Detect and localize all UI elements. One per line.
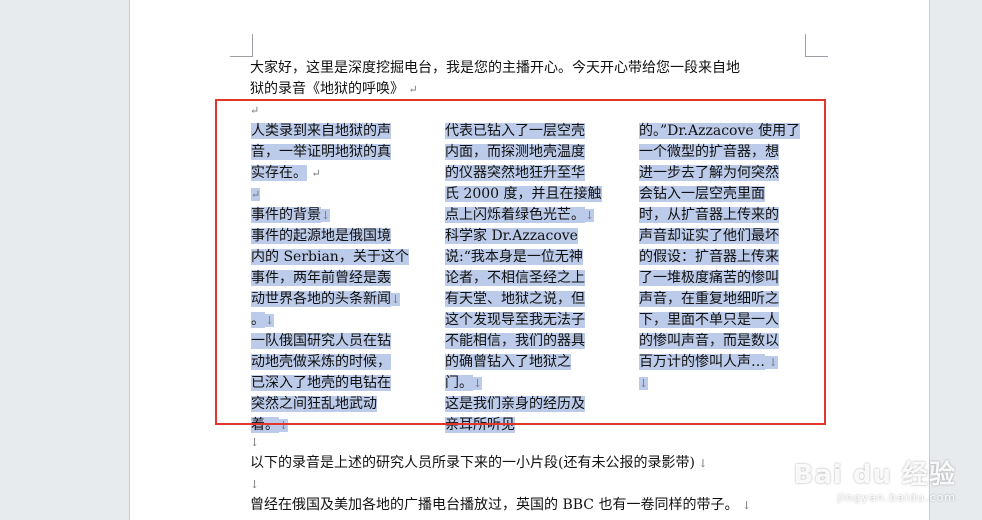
column-line: 的惨叫声音，而是数以 [639, 333, 779, 349]
column-line: 突然之间狂乱地武动 [251, 396, 377, 412]
column-line: 的仪器突然地狂升至华 [445, 165, 585, 181]
column-line: 进一步去了解为何突然 [639, 165, 779, 181]
column-line: 了一堆极度痛苦的惨叫 [639, 270, 779, 286]
margin-corner-top-right [805, 34, 828, 57]
paragraph-mark: ↓ [391, 293, 401, 306]
column-line: 声音却证实了他们最坏 [639, 228, 779, 244]
intro-line-1: 大家好，这里是深度挖掘电台，我是您的主播开心。今天开心带给您一段来自地 [250, 60, 740, 76]
paragraph-mark: ↓ [765, 356, 778, 369]
after-line-1: 以下的录音是上述的研究人员所录下来的一小片段(还有未公报的录影带) ↓ [250, 455, 708, 471]
column-line: 一队俄国研究人员在钻 [251, 333, 391, 349]
column-line: 。 [251, 312, 265, 328]
paragraph-mark: ↓ [639, 377, 649, 390]
paragraph-mark: ↓ [250, 478, 260, 491]
column-line: 会钻入一层空壳里面 [639, 186, 765, 202]
paragraph-mark: ↓ [321, 209, 331, 222]
column-line: 已深入了地壳的电钻在 [251, 375, 391, 391]
column-line: 的假设：扩音器上传来 [639, 249, 779, 265]
document-page[interactable]: 大家好，这里是深度挖掘电台，我是您的主播开心。今天开心带给您一段来自地 狱的录音… [130, 0, 929, 520]
column-line: 有天堂、地狱之说，但 [445, 291, 585, 307]
column-line: 点上闪烁着绿色光芒。 [445, 207, 585, 223]
column-line: 论者，不相信圣经之上 [445, 270, 585, 286]
column-line: 动世界各地的头条新闻 [251, 291, 391, 307]
column-line: 的确曾钻入了地狱之 [445, 354, 571, 370]
column-line: 人类录到来自地狱的声 [251, 123, 391, 139]
paragraph-mark: ↵ [408, 83, 418, 96]
text-column-3[interactable]: 的。”Dr.Azzacove 使用了 一个微型的扩音器，想 进一步去了解为何突然… [639, 121, 806, 394]
column-line: 动地壳做采炼的时候， [251, 354, 391, 370]
baidu-jingyan-watermark: Bai du 经验 jingyan.baidu.com [794, 454, 957, 504]
paragraph-mark: ↵ [251, 188, 261, 201]
paragraph-mark: ↓ [738, 499, 752, 512]
column-line: 时，从扩音器上传来的 [639, 207, 779, 223]
column-line: 亲耳所听见 [445, 417, 515, 433]
column-line: 实存在。 [251, 165, 307, 181]
intro-line-2: 狱的录音《地狱的呼唤》 [250, 81, 404, 97]
paragraph-mark: ↵ [311, 167, 321, 180]
column-line: 门。 [445, 375, 473, 391]
text-column-2[interactable]: 代表已钻入了一层空壳 内面，而探测地壳温度 的仪器突然地狂升至华 氏 2000 … [445, 121, 612, 436]
column-line: 下，里面不单只是一人 [639, 312, 779, 328]
watermark-logo: Bai du 经验 [793, 460, 956, 490]
paragraph-mark: ↓ [250, 436, 260, 449]
column-line: 不能相信，我们的器具 [445, 333, 585, 349]
paragraph-mark: ↓ [265, 314, 275, 327]
paragraph-mark: ↓ [585, 209, 595, 222]
column-line: 氏 2000 度，并且在接触 [445, 186, 602, 202]
column-line: 一个微型的扩音器，想 [639, 144, 779, 160]
column-line: 声音，在重复地细听之 [639, 291, 779, 307]
column-line: 说:“我本身是一位无神 [445, 249, 583, 265]
intro-paragraph[interactable]: 大家好，这里是深度挖掘电台，我是您的主播开心。今天开心带给您一段来自地 狱的录音… [250, 58, 740, 121]
column-line: 音，一举证明地狱的真 [251, 144, 391, 160]
paragraph-mark: ↓ [279, 419, 289, 432]
after-paragraph[interactable]: ↓ 以下的录音是上述的研究人员所录下来的一小片段(还有未公报的录影带) ↓ ↓ … [250, 432, 751, 516]
column-line: 代表已钻入了一层空壳 [445, 123, 585, 139]
column-line: 事件的背景 [251, 207, 321, 223]
column-line: 百万计的惨叫人声… [639, 354, 765, 370]
column-line: 这个发现导至我无法子 [445, 312, 585, 328]
column-line: 科学家 Dr.Azzacove [445, 228, 578, 244]
paragraph-mark: ↵ [250, 104, 260, 117]
column-line: 这是我们亲身的经历及 [445, 396, 585, 412]
watermark-url: jingyan.baidu.com [837, 491, 956, 504]
paragraph-mark: ↓ [473, 377, 483, 390]
after-line-2: 曾经在俄国及美加各地的广播电台播放过，英国的 BBC 也有一卷同样的带子。 ↓ [250, 497, 752, 513]
column-line: 事件的起源地是俄国境 [251, 228, 391, 244]
column-line: 的。”Dr.Azzacove 使用了 [639, 123, 801, 139]
margin-corner-top-left [230, 34, 253, 57]
column-line: 内的 Serbian，关于这个 [251, 249, 409, 265]
column-line: 着。 [251, 417, 279, 433]
paragraph-mark: ↓ [694, 457, 708, 470]
column-line: 内面，而探测地壳温度 [445, 144, 585, 160]
text-column-1[interactable]: 人类录到来自地狱的声 音，一举证明地狱的真 实存在。 ↵ ↵ 事件的背景↓ 事件… [251, 121, 418, 436]
column-line: 事件，两年前曾经是轰 [251, 270, 391, 286]
